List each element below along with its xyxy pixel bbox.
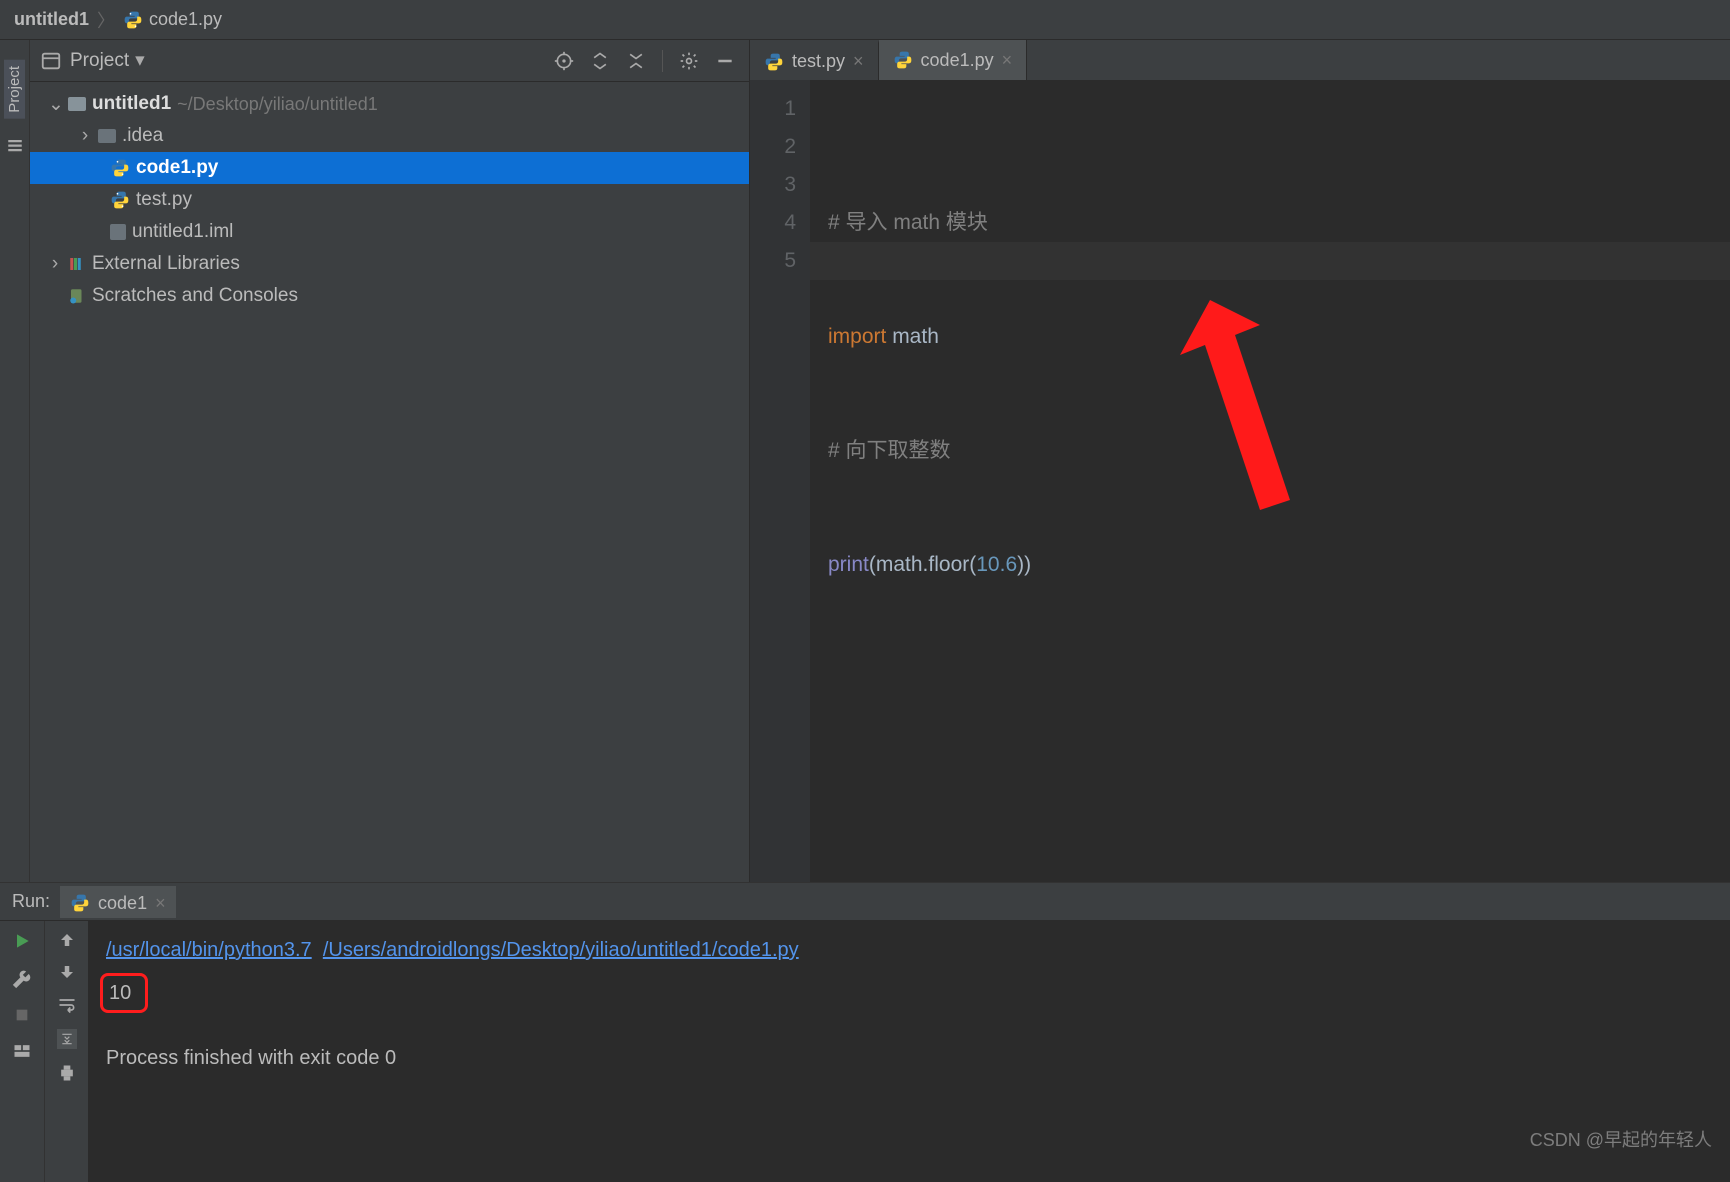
locate-icon[interactable] bbox=[550, 47, 578, 75]
tree-item-label: test.py bbox=[136, 189, 192, 211]
libraries-icon bbox=[68, 255, 86, 273]
stop-icon[interactable] bbox=[14, 1007, 30, 1023]
run-panel: Run: code1 × /us bbox=[0, 882, 1730, 1182]
rerun-icon[interactable] bbox=[12, 931, 32, 951]
python-file-icon bbox=[70, 893, 90, 913]
line-number: 4 bbox=[750, 204, 796, 242]
watermark-text: CSDN @早起的年轻人 bbox=[1530, 1126, 1712, 1152]
output-highlight-box: 10 bbox=[100, 973, 148, 1013]
tree-root-path: ~/Desktop/yiliao/untitled1 bbox=[177, 94, 378, 115]
project-panel-title[interactable]: Project ▾ bbox=[70, 49, 542, 72]
line-gutter: 1 2 3 4 5 bbox=[750, 80, 810, 882]
tree-scratches[interactable]: Scratches and Consoles bbox=[30, 280, 749, 312]
scroll-to-end-icon[interactable] bbox=[57, 1029, 77, 1049]
editor-area: test.py × code1.py × 1 2 3 4 5 bbox=[750, 40, 1730, 882]
run-panel-header: Run: code1 × bbox=[0, 883, 1730, 921]
tree-item-label: .idea bbox=[122, 125, 163, 147]
python-file-icon bbox=[110, 190, 130, 210]
line-number: 5 bbox=[750, 242, 796, 280]
run-panel-title: Run: bbox=[12, 891, 50, 912]
folder-icon bbox=[98, 129, 116, 143]
line-number: 2 bbox=[750, 128, 796, 166]
project-tree: ⌄ untitled1 ~/Desktop/yiliao/untitled1 ›… bbox=[30, 82, 749, 318]
run-script-path-link[interactable]: /Users/androidlongs/Desktop/yiliao/untit… bbox=[323, 939, 799, 961]
tree-item-idea[interactable]: › .idea bbox=[30, 120, 749, 152]
code-func: print bbox=[828, 553, 869, 576]
run-command-line: /usr/local/bin/python3.7 /Users/androidl… bbox=[106, 933, 1712, 967]
python-file-icon bbox=[893, 50, 913, 70]
run-tab-code1[interactable]: code1 × bbox=[60, 886, 176, 918]
run-tab-label: code1 bbox=[98, 893, 147, 914]
code-ident: math bbox=[886, 325, 939, 348]
project-panel-title-label: Project bbox=[70, 50, 129, 72]
expand-all-icon[interactable] bbox=[586, 47, 614, 75]
breadcrumb-chevron-icon: 〉 bbox=[97, 7, 115, 33]
breadcrumb-file[interactable]: code1.py bbox=[123, 9, 222, 30]
gear-icon[interactable] bbox=[675, 47, 703, 75]
close-icon[interactable]: × bbox=[155, 893, 166, 914]
code-ident: floor bbox=[928, 553, 969, 576]
project-panel-header: Project ▾ bbox=[30, 40, 749, 82]
tab-label: test.py bbox=[792, 51, 845, 72]
structure-tool-icon[interactable] bbox=[6, 137, 24, 155]
tree-item-label: untitled1.iml bbox=[132, 221, 233, 243]
tree-root-label: untitled1 bbox=[92, 93, 171, 115]
close-icon[interactable]: × bbox=[853, 51, 864, 72]
breadcrumb-file-label: code1.py bbox=[149, 9, 222, 30]
line-number: 3 bbox=[750, 166, 796, 204]
tree-item-iml[interactable]: untitled1.iml bbox=[30, 216, 749, 248]
tree-item-label: code1.py bbox=[136, 157, 218, 179]
up-arrow-icon[interactable] bbox=[58, 931, 76, 949]
layout-icon[interactable] bbox=[12, 1041, 32, 1061]
hide-panel-icon[interactable] bbox=[711, 47, 739, 75]
wrench-icon[interactable] bbox=[12, 969, 32, 989]
code-comment: # 向下取整数 bbox=[828, 439, 951, 462]
project-view-icon bbox=[40, 50, 62, 72]
run-left-toolbar bbox=[0, 921, 44, 1182]
python-file-icon bbox=[123, 10, 143, 30]
project-panel: Project ▾ ⌄ untitled1 ~/Desktop/yiliao/u… bbox=[30, 40, 750, 882]
run-output-value: 10 bbox=[109, 982, 131, 1004]
tab-code1-py[interactable]: code1.py × bbox=[879, 40, 1028, 80]
down-arrow-icon[interactable] bbox=[58, 963, 76, 981]
run-python-path-link[interactable]: /usr/local/bin/python3.7 bbox=[106, 939, 312, 961]
tab-test-py[interactable]: test.py × bbox=[750, 40, 879, 80]
code-comment: # 导入 math 模块 bbox=[828, 211, 988, 234]
tree-item-label: External Libraries bbox=[92, 253, 240, 275]
run-console[interactable]: /usr/local/bin/python3.7 /Users/androidl… bbox=[88, 921, 1730, 1182]
breadcrumb-root[interactable]: untitled1 bbox=[14, 9, 89, 30]
close-icon[interactable]: × bbox=[1002, 50, 1013, 71]
run-exit-message: Process finished with exit code 0 bbox=[106, 1041, 1712, 1075]
code-editor[interactable]: 1 2 3 4 5 # 导入 math 模块 import math # 向下取… bbox=[750, 80, 1730, 882]
expand-arrow-icon: › bbox=[78, 125, 92, 147]
code-number: 10.6 bbox=[976, 553, 1017, 576]
python-file-icon bbox=[110, 158, 130, 178]
print-icon[interactable] bbox=[57, 1063, 77, 1083]
python-file-icon bbox=[764, 52, 784, 72]
breadcrumb: untitled1 〉 code1.py bbox=[0, 0, 1730, 40]
code-keyword: import bbox=[828, 325, 886, 348]
project-tool-button[interactable]: Project bbox=[4, 60, 25, 119]
scratches-icon bbox=[68, 287, 86, 305]
code-content[interactable]: # 导入 math 模块 import math # 向下取整数 print(m… bbox=[810, 80, 1730, 882]
project-folder-icon bbox=[68, 97, 86, 111]
dropdown-icon: ▾ bbox=[135, 49, 145, 72]
tree-root-untitled1[interactable]: ⌄ untitled1 ~/Desktop/yiliao/untitled1 bbox=[30, 88, 749, 120]
collapse-all-icon[interactable] bbox=[622, 47, 650, 75]
tab-label: code1.py bbox=[921, 50, 994, 71]
tree-item-code1[interactable]: code1.py bbox=[30, 152, 749, 184]
tree-external-libraries[interactable]: › External Libraries bbox=[30, 248, 749, 280]
line-number: 1 bbox=[750, 90, 796, 128]
soft-wrap-icon[interactable] bbox=[57, 995, 77, 1015]
code-ident: math bbox=[876, 553, 923, 576]
iml-file-icon bbox=[110, 224, 126, 240]
left-tool-strip: Project bbox=[0, 40, 30, 882]
expand-arrow-icon: › bbox=[48, 253, 62, 275]
editor-tabs: test.py × code1.py × bbox=[750, 40, 1730, 80]
tree-item-test[interactable]: test.py bbox=[30, 184, 749, 216]
expand-arrow-icon: ⌄ bbox=[48, 93, 62, 116]
run-nav-toolbar bbox=[44, 921, 88, 1182]
tree-item-label: Scratches and Consoles bbox=[92, 285, 298, 307]
